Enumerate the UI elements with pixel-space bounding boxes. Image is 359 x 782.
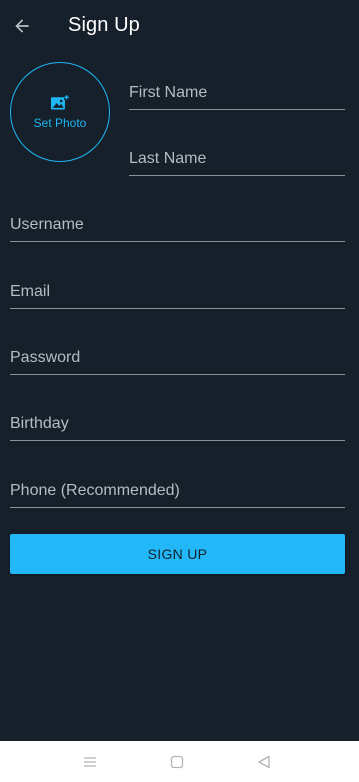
page-title: Sign Up [68, 14, 140, 36]
nav-back-button[interactable] [255, 753, 273, 771]
phone-input[interactable] [10, 482, 345, 500]
email-input[interactable] [10, 283, 345, 301]
email-field[interactable] [10, 283, 345, 309]
last-name-field[interactable] [129, 150, 345, 176]
set-photo-button[interactable]: Set Photo [10, 62, 110, 162]
nav-home-button[interactable] [168, 753, 186, 771]
birthday-input[interactable] [10, 415, 345, 433]
system-navigation-bar [0, 741, 359, 782]
first-name-field[interactable] [129, 84, 345, 110]
last-name-input[interactable] [129, 150, 345, 168]
home-square-icon [170, 755, 184, 769]
phone-field[interactable] [10, 482, 345, 508]
app-bar: Sign Up [0, 0, 359, 54]
menu-icon [84, 757, 96, 767]
password-input[interactable] [10, 349, 345, 367]
back-triangle-icon [258, 755, 270, 769]
username-input[interactable] [10, 216, 345, 234]
birthday-field[interactable] [10, 415, 345, 441]
sign-up-screen: Sign Up Set Photo SIGN UP [0, 0, 359, 741]
set-photo-label: Set Photo [33, 116, 87, 130]
sign-up-button[interactable]: SIGN UP [10, 534, 345, 574]
first-name-input[interactable] [129, 84, 345, 102]
add-photo-icon [51, 94, 69, 110]
password-field[interactable] [10, 349, 345, 375]
username-field[interactable] [10, 216, 345, 242]
nav-menu-button[interactable] [81, 753, 99, 771]
arrow-left-icon [15, 19, 29, 33]
back-button[interactable] [8, 12, 36, 40]
